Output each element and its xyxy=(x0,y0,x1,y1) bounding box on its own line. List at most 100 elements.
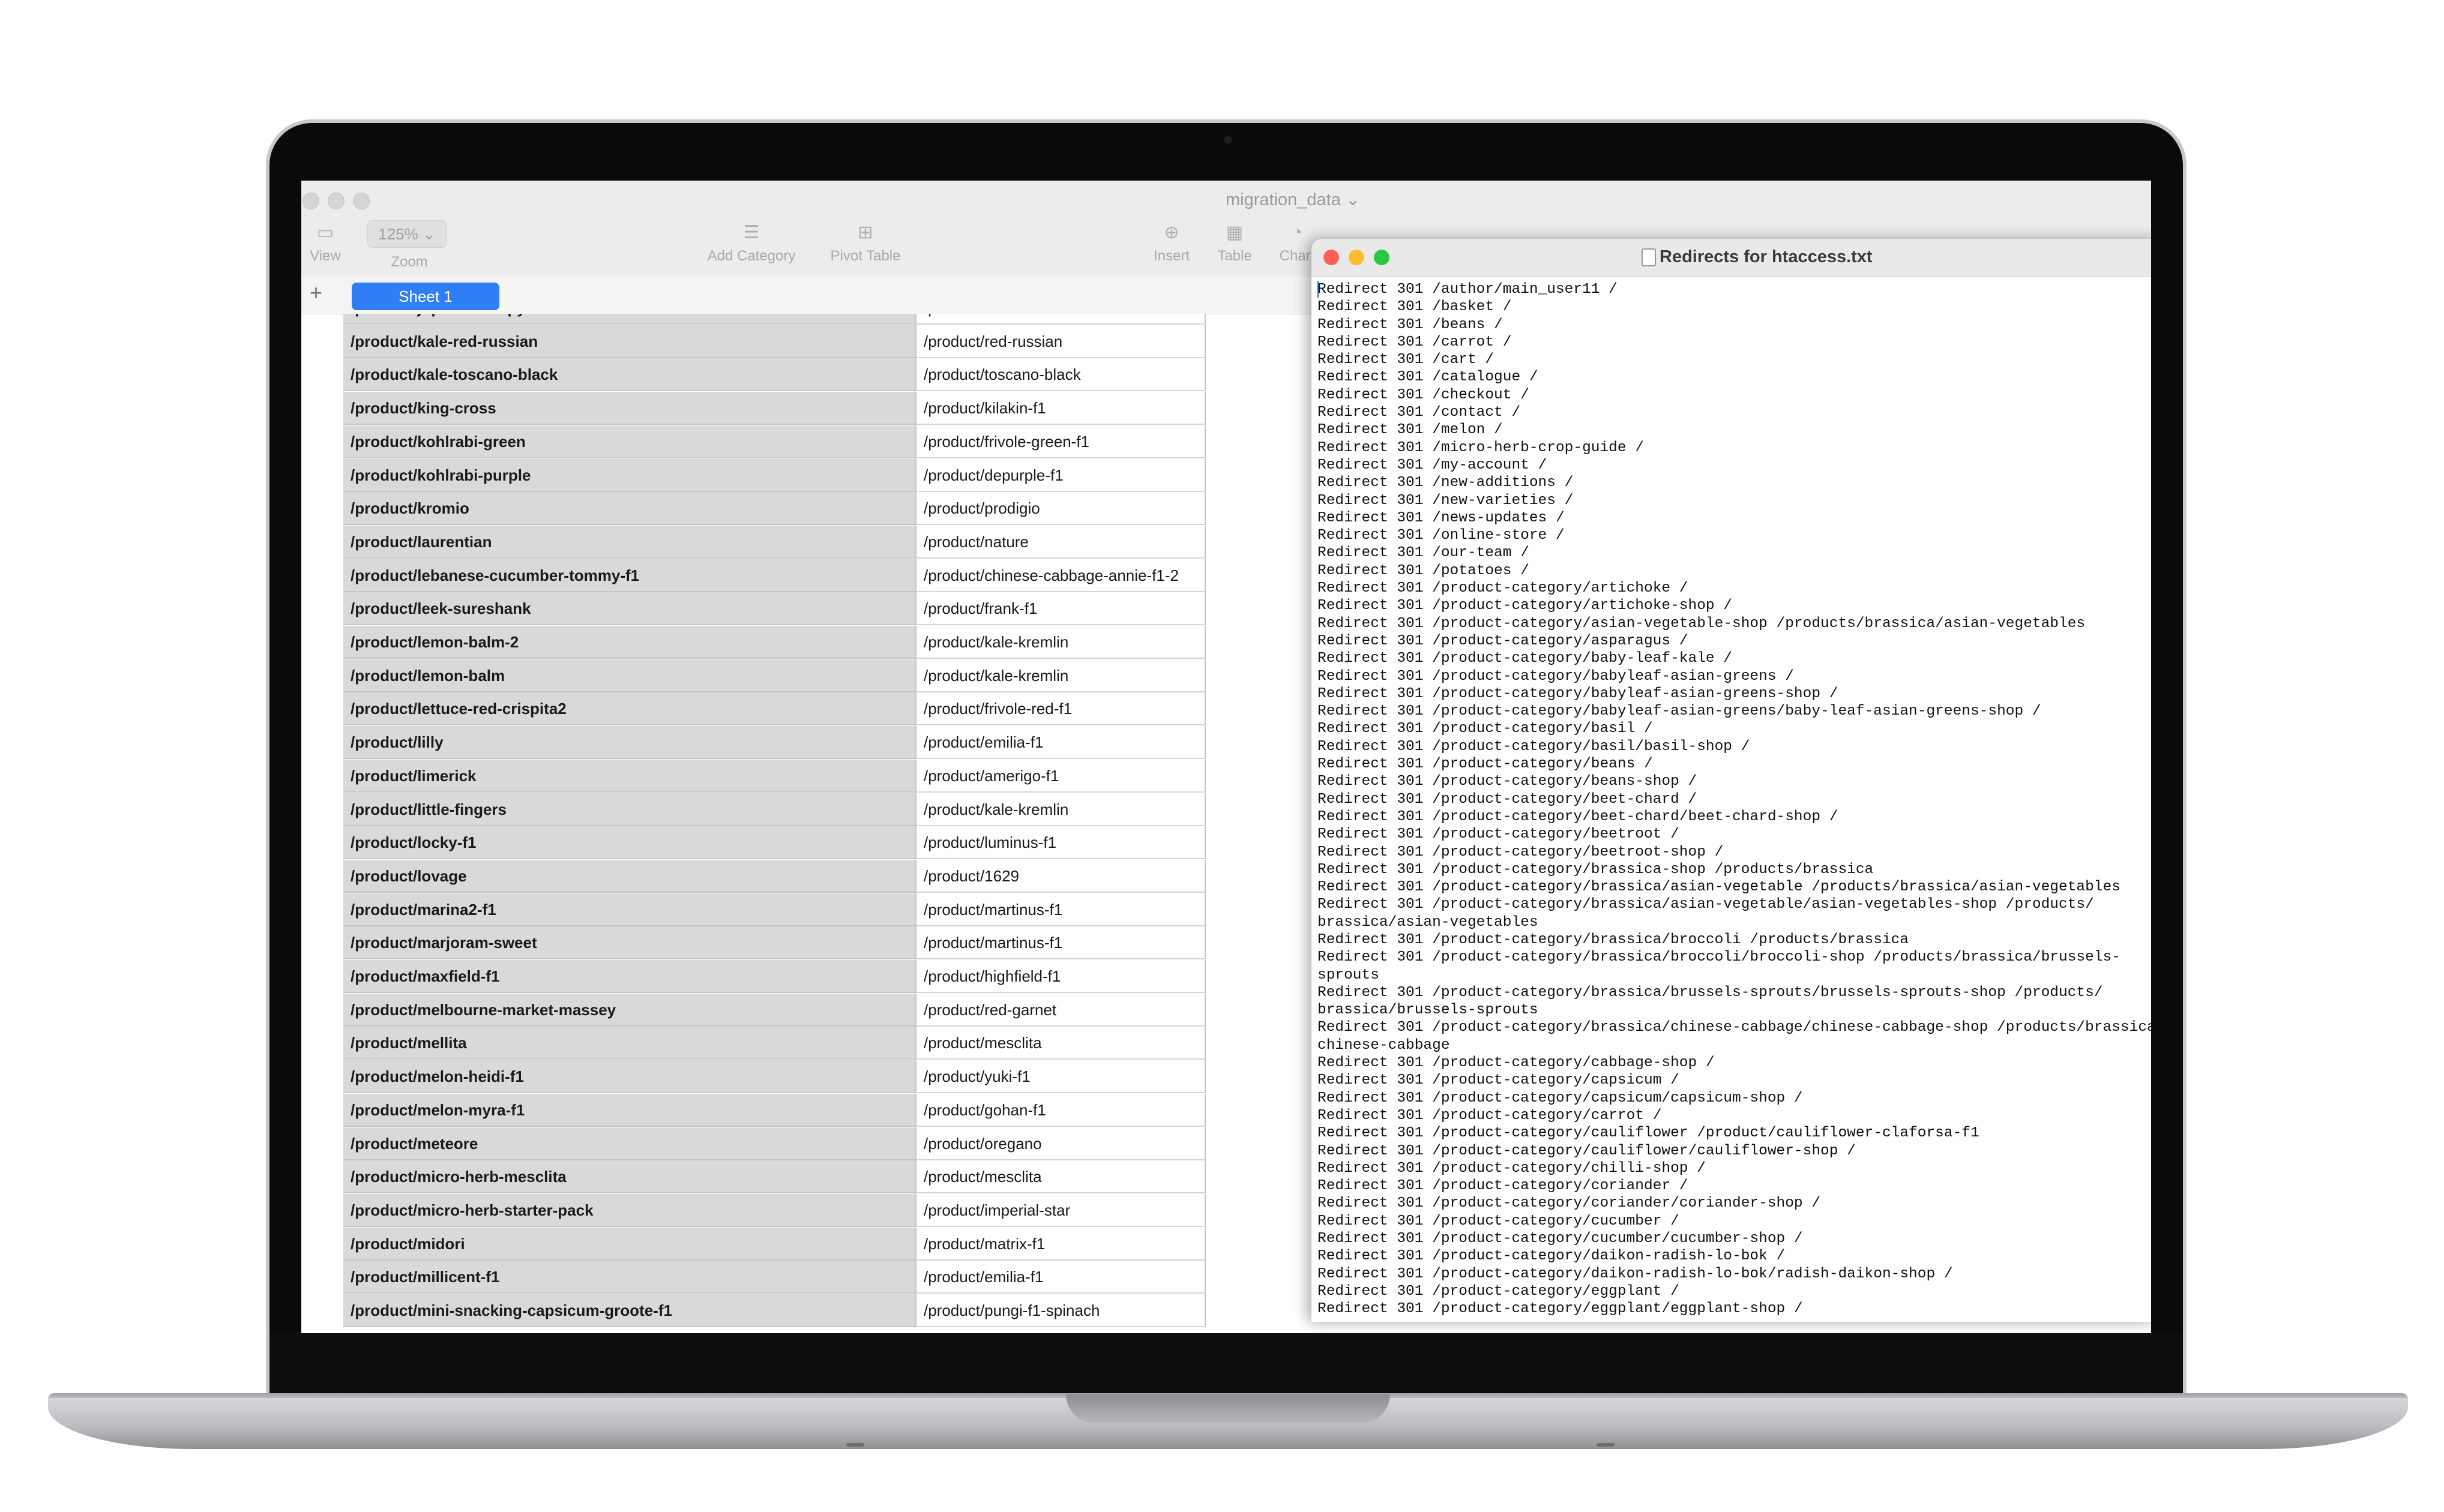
old-url-cell[interactable]: /product/kromio xyxy=(343,492,916,526)
old-url-cell[interactable]: /product/kohlrabi-green xyxy=(343,425,916,458)
old-url-cell[interactable]: /product/lemon-balm-2 xyxy=(343,626,916,659)
table-row[interactable]: /product/lettuce-red-crispita2/product/f… xyxy=(343,692,1244,726)
new-url-cell[interactable]: /product/yuki-f1 xyxy=(916,1060,1206,1094)
table-row[interactable]: /product/micro-herb-mesclita/product/mes… xyxy=(343,1160,1244,1194)
tab-sheet-1[interactable]: Sheet 1 xyxy=(352,283,499,310)
old-url-cell[interactable]: /product/limerick xyxy=(343,759,916,793)
old-url-cell[interactable]: /product/kale-toscano-black xyxy=(343,358,916,392)
old-url-cell[interactable]: /product/laurentian xyxy=(343,525,916,559)
new-url-cell[interactable]: /product/red-garnet xyxy=(916,993,1206,1027)
old-url-cell[interactable]: /product/leek-sureshank xyxy=(343,592,916,626)
table-row[interactable]: /product/little-fingers/product/kale-kre… xyxy=(343,793,1244,826)
new-url-cell[interactable]: /product/kale-kremlin xyxy=(916,793,1206,826)
table-row[interactable]: /product/marjoram-sweet/product/martinus… xyxy=(343,926,1244,960)
new-url-cell[interactable]: /product/amerigo-f1 xyxy=(916,759,1206,793)
new-url-cell[interactable]: /product/highfield-f1 xyxy=(916,960,1206,993)
new-url-cell[interactable]: /product/kale-kremlin xyxy=(916,626,1206,659)
new-url-cell[interactable]: /product/cobus-f1 xyxy=(916,314,1206,325)
table-row[interactable]: /product/kohlrabi-green/product/frivole-… xyxy=(343,425,1244,458)
table-row[interactable]: /product/micro-herb-starter-pack/product… xyxy=(343,1193,1244,1227)
old-url-cell[interactable]: /product/midori xyxy=(343,1227,916,1261)
table-row[interactable]: /product/millicent-f1/product/emilia-f1 xyxy=(343,1261,1244,1294)
table-row[interactable]: /product/mini-snacking-capsicum-groote-f… xyxy=(343,1294,1244,1327)
table-row[interactable]: /product/marina2-f1/product/martinus-f1 xyxy=(343,893,1244,926)
old-url-cell[interactable]: /product/jupiter-f1-copy xyxy=(343,314,916,325)
old-url-cell[interactable]: /product/lemon-balm xyxy=(343,659,916,692)
old-url-cell[interactable]: /product/maxfield-f1 xyxy=(343,960,916,993)
zoom-select[interactable]: 125% ⌄ xyxy=(367,220,447,248)
old-url-cell[interactable]: /product/king-cross xyxy=(343,392,916,425)
editor-minimize-button[interactable] xyxy=(1349,250,1364,265)
add-category-tool[interactable]: ☰ Add Category xyxy=(685,224,817,265)
table-row[interactable]: /product/lebanese-cucumber-tommy-f1/prod… xyxy=(343,559,1244,592)
pivot-table-tool[interactable]: ⊞ Pivot Table xyxy=(811,224,920,265)
table-row[interactable]: /product/midori/product/matrix-f1 xyxy=(343,1227,1244,1261)
table-row[interactable]: /product/lemon-balm-2/product/kale-kreml… xyxy=(343,626,1244,659)
new-url-cell[interactable]: /product/matrix-f1 xyxy=(916,1227,1206,1261)
minimize-button[interactable] xyxy=(328,193,345,209)
old-url-cell[interactable]: /product/meteore xyxy=(343,1127,916,1160)
insert-tool[interactable]: ⊕ Insert xyxy=(1142,224,1202,265)
new-url-cell[interactable]: /product/martinus-f1 xyxy=(916,926,1206,960)
table-row[interactable]: /product/leek-sureshank/product/frank-f1 xyxy=(343,592,1244,626)
new-url-cell[interactable]: /product/red-russian xyxy=(916,325,1206,358)
new-url-cell[interactable]: /product/frivole-green-f1 xyxy=(916,425,1206,458)
new-url-cell[interactable]: /product/martinus-f1 xyxy=(916,893,1206,926)
new-url-cell[interactable]: /product/kilakin-f1 xyxy=(916,392,1206,425)
table-row[interactable]: /product/kohlrabi-purple/product/depurpl… xyxy=(343,458,1244,492)
old-url-cell[interactable]: /product/lebanese-cucumber-tommy-f1 xyxy=(343,559,916,592)
table-tool[interactable]: ▦ Table xyxy=(1208,224,1262,265)
view-tool[interactable]: ▭ View xyxy=(307,224,343,265)
old-url-cell[interactable]: /product/melon-heidi-f1 xyxy=(343,1060,916,1094)
new-url-cell[interactable]: /product/luminus-f1 xyxy=(916,826,1206,860)
old-url-cell[interactable]: /product/marjoram-sweet xyxy=(343,926,916,960)
table-row[interactable]: /product/jupiter-f1-copy/product/cobus-f… xyxy=(343,314,1244,325)
old-url-cell[interactable]: /product/marina2-f1 xyxy=(343,893,916,926)
new-url-cell[interactable]: /product/frank-f1 xyxy=(916,592,1206,626)
new-url-cell[interactable]: /product/chinese-cabbage-annie-f1-2 xyxy=(916,559,1206,592)
close-button[interactable] xyxy=(302,193,319,209)
old-url-cell[interactable]: /product/kale-red-russian xyxy=(343,325,916,358)
old-url-cell[interactable]: /product/micro-herb-mesclita xyxy=(343,1160,916,1194)
old-url-cell[interactable]: /product/lovage xyxy=(343,859,916,893)
zoom-button[interactable] xyxy=(353,193,370,209)
new-url-cell[interactable]: /product/frivole-red-f1 xyxy=(916,692,1206,726)
old-url-cell[interactable]: /product/mellita xyxy=(343,1027,916,1060)
old-url-cell[interactable]: /product/mini-snacking-capsicum-groote-f… xyxy=(343,1294,916,1327)
old-url-cell[interactable]: /product/melbourne-market-massey xyxy=(343,993,916,1027)
old-url-cell[interactable]: /product/micro-herb-starter-pack xyxy=(343,1193,916,1227)
old-url-cell[interactable]: /product/locky-f1 xyxy=(343,826,916,860)
new-url-cell[interactable]: /product/gohan-f1 xyxy=(916,1093,1206,1127)
table-row[interactable]: /product/melbourne-market-massey/product… xyxy=(343,993,1244,1027)
table-row[interactable]: /product/laurentian/product/nature xyxy=(343,525,1244,559)
table-row[interactable]: /product/kromio/product/prodigio xyxy=(343,492,1244,526)
new-url-cell[interactable]: /product/depurple-f1 xyxy=(916,458,1206,492)
old-url-cell[interactable]: /product/lilly xyxy=(343,726,916,760)
new-url-cell[interactable]: /product/oregano xyxy=(916,1127,1206,1160)
table-row[interactable]: /product/kale-toscano-black/product/tosc… xyxy=(343,358,1244,392)
new-url-cell[interactable]: /product/imperial-star xyxy=(916,1193,1206,1227)
table-row[interactable]: /product/locky-f1/product/luminus-f1 xyxy=(343,826,1244,860)
document-title[interactable]: migration_data ⌄ xyxy=(1226,189,1360,210)
new-url-cell[interactable]: /product/emilia-f1 xyxy=(916,1261,1206,1294)
new-url-cell[interactable]: /product/kale-kremlin xyxy=(916,659,1206,692)
new-url-cell[interactable]: /product/pungi-f1-spinach xyxy=(916,1294,1206,1327)
new-url-cell[interactable]: /product/emilia-f1 xyxy=(916,726,1206,760)
add-sheet-button[interactable]: + xyxy=(310,280,322,305)
old-url-cell[interactable]: /product/lettuce-red-crispita2 xyxy=(343,692,916,726)
table-row[interactable]: /product/lovage/product/1629 xyxy=(343,859,1244,893)
old-url-cell[interactable]: /product/melon-myra-f1 xyxy=(343,1093,916,1127)
old-url-cell[interactable]: /product/little-fingers xyxy=(343,793,916,826)
table-row[interactable]: /product/meteore/product/oregano xyxy=(343,1127,1244,1160)
table-row[interactable]: /product/maxfield-f1/product/highfield-f… xyxy=(343,960,1244,993)
table-row[interactable]: /product/lemon-balm/product/kale-kremlin xyxy=(343,659,1244,692)
table-row[interactable]: /product/melon-myra-f1/product/gohan-f1 xyxy=(343,1093,1244,1127)
new-url-cell[interactable]: /product/1629 xyxy=(916,859,1206,893)
new-url-cell[interactable]: /product/toscano-black xyxy=(916,358,1206,392)
editor-close-button[interactable] xyxy=(1323,250,1339,265)
table-row[interactable]: /product/mellita/product/mesclita xyxy=(343,1027,1244,1060)
editor-text-area[interactable]: Redirect 301 /author/main_user11 /Redire… xyxy=(1317,281,2151,1319)
table-row[interactable]: /product/lilly/product/emilia-f1 xyxy=(343,726,1244,760)
old-url-cell[interactable]: /product/millicent-f1 xyxy=(343,1261,916,1294)
editor-zoom-button[interactable] xyxy=(1374,250,1389,265)
